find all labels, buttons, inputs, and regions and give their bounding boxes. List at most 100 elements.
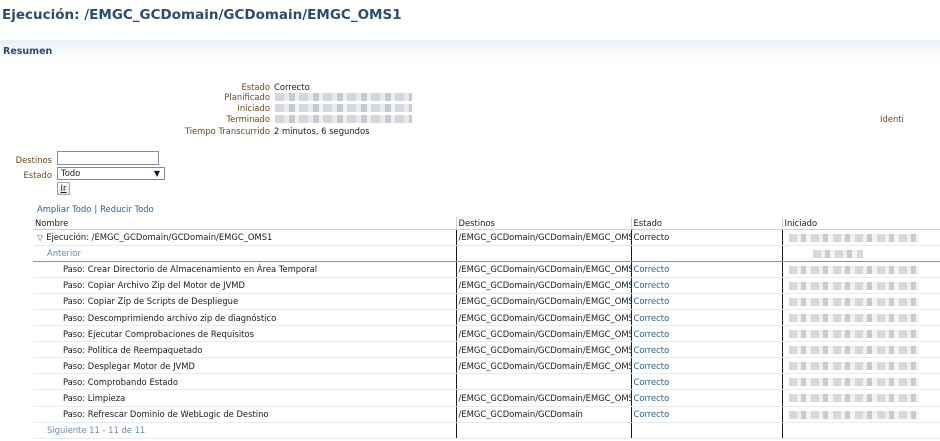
estado-filter-label: Estado xyxy=(23,170,52,180)
step-nombre: Paso: Descomprimiendo archivo zip de dia… xyxy=(33,309,457,327)
step-destinos: /EMGC_GCDomain/GCDomain/EMGC_OMS1 xyxy=(456,277,632,294)
step-nombre: Paso: Copiar Zip de Scripts de Despliegu… xyxy=(33,293,457,310)
step-nombre: Paso: Refrescar Dominio de WebLogic de D… xyxy=(33,406,457,423)
go-button[interactable]: Ir xyxy=(57,182,70,195)
step-iniciado-cell xyxy=(782,293,940,310)
collapse-all-link[interactable]: Reducir Todo xyxy=(100,204,154,214)
next-row-iniciado xyxy=(782,422,940,439)
step-estado-link[interactable]: Correcto xyxy=(631,325,783,343)
table-row[interactable]: Paso: Desplegar Motor de JVMD/EMGC_GCDom… xyxy=(33,357,940,375)
parent-destinos: /EMGC_GCDomain/GCDomain/EMGC_OMS1 xyxy=(456,229,632,246)
step-destinos: /EMGC_GCDomain/GCDomain xyxy=(456,406,632,423)
next-row: Siguiente 11 - 11 de 11 xyxy=(33,422,940,439)
expand-all-link[interactable]: Ampliar Todo xyxy=(37,204,91,214)
step-estado-link[interactable]: Correcto xyxy=(631,406,783,423)
column-header-estado[interactable]: Estado xyxy=(631,217,783,230)
summary-section-title: Resumen xyxy=(3,46,53,57)
step-iniciado-redacted xyxy=(788,394,919,403)
iniciado-value-redacted xyxy=(275,104,412,112)
estado-filter-select[interactable]: Todo ▼ xyxy=(57,167,165,180)
parent-row: ▽ Ejecución: /EMGC_GCDomain/GCDomain/EMGC… xyxy=(33,229,940,246)
step-estado-link[interactable]: Correcto xyxy=(631,389,783,407)
step-estado-link[interactable]: Correcto xyxy=(631,341,783,359)
step-nombre: Paso: Limpieza xyxy=(33,389,457,407)
step-iniciado-cell xyxy=(782,373,940,391)
next-link[interactable]: Siguiente 11 - 11 de 11 xyxy=(33,422,457,439)
step-nombre: Paso: Desplegar Motor de JVMD xyxy=(33,357,457,375)
step-iniciado-redacted xyxy=(788,281,919,290)
column-header-iniciado[interactable]: Iniciado xyxy=(782,217,940,230)
table-row[interactable]: Paso: Crear Directorio de Almacenamiento… xyxy=(33,261,940,278)
link-separator: | xyxy=(94,204,98,214)
parent-iniciado-redacted xyxy=(788,233,919,242)
step-iniciado-cell xyxy=(782,341,940,359)
step-destinos xyxy=(456,373,632,391)
column-header-nombre[interactable]: Nombre xyxy=(33,217,457,230)
identifier-label: Identi xyxy=(880,114,904,124)
step-destinos: /EMGC_GCDomain/GCDomain/EMGC_OMS1 xyxy=(456,357,632,375)
step-destinos: /EMGC_GCDomain/GCDomain/EMGC_OMS1 xyxy=(456,389,632,407)
step-nombre: Paso: Comprobando Estado xyxy=(33,373,457,391)
step-nombre: Paso: Copiar Archivo Zip del Motor de JV… xyxy=(33,277,457,294)
tiempo-transcurrido-value: 2 minutos, 6 segundos xyxy=(274,126,370,136)
step-iniciado-cell xyxy=(782,309,940,327)
step-destinos: /EMGC_GCDomain/GCDomain/EMGC_OMS1 xyxy=(456,325,632,343)
estado-filter-selected: Todo xyxy=(61,168,81,178)
column-header-destinos[interactable]: Destinos xyxy=(456,217,632,230)
step-estado-link[interactable]: Correcto xyxy=(631,373,783,391)
prev-row-destinos xyxy=(456,245,632,262)
prev-link[interactable]: Anterior xyxy=(33,245,457,262)
step-nombre: Paso: Crear Directorio de Almacenamiento… xyxy=(33,261,457,278)
prev-iniciado-redacted xyxy=(812,249,863,258)
next-row-estado xyxy=(631,422,783,439)
table-row[interactable]: Paso: Política de Reempaquetado/EMGC_GCD… xyxy=(33,341,940,359)
step-iniciado-redacted xyxy=(788,378,919,387)
destinos-filter-input[interactable] xyxy=(57,151,159,165)
destinos-filter-label: Destinos xyxy=(15,155,52,165)
estado-value: Correcto xyxy=(274,82,310,92)
terminado-value-redacted xyxy=(275,115,412,123)
step-iniciado-redacted xyxy=(788,410,919,419)
table-row[interactable]: Paso: Limpieza/EMGC_GCDomain/GCDomain/EM… xyxy=(33,389,940,407)
step-iniciado-redacted xyxy=(788,313,919,322)
expand-collapse-links: Ampliar Todo | Reducir Todo xyxy=(37,204,154,214)
table-row[interactable]: Paso: Comprobando Estado Correcto xyxy=(33,373,940,391)
step-iniciado-cell xyxy=(782,325,940,343)
parent-iniciado-cell xyxy=(782,229,940,246)
step-iniciado-cell xyxy=(782,406,940,423)
planificado-label: Planificado xyxy=(224,92,270,102)
table-row[interactable]: Paso: Copiar Archivo Zip del Motor de JV… xyxy=(33,277,940,294)
step-nombre: Paso: Política de Reempaquetado xyxy=(33,341,457,359)
step-iniciado-cell xyxy=(782,389,940,407)
step-iniciado-cell xyxy=(782,277,940,294)
next-row-destinos xyxy=(456,422,632,439)
step-destinos: /EMGC_GCDomain/GCDomain/EMGC_OMS1 xyxy=(456,341,632,359)
prev-row-estado xyxy=(631,245,783,262)
step-iniciado-redacted xyxy=(788,265,919,274)
step-iniciado-redacted xyxy=(788,346,919,355)
step-iniciado-cell xyxy=(782,357,940,375)
next-link-label[interactable]: Siguiente 11 - 11 de 11 xyxy=(35,425,145,435)
terminado-label: Terminado xyxy=(226,114,270,124)
parent-estado: Correcto xyxy=(631,229,783,246)
table-row[interactable]: Paso: Copiar Zip de Scripts de Despliegu… xyxy=(33,293,940,310)
prev-row-iniciado xyxy=(782,245,940,262)
planificado-value-redacted xyxy=(275,93,412,101)
table-row[interactable]: Paso: Descomprimiendo archivo zip de dia… xyxy=(33,309,940,327)
step-estado-link[interactable]: Correcto xyxy=(631,261,783,278)
step-iniciado-redacted xyxy=(788,297,919,306)
step-estado-link[interactable]: Correcto xyxy=(631,309,783,327)
step-destinos: /EMGC_GCDomain/GCDomain/EMGC_OMS1 xyxy=(456,261,632,278)
step-estado-link[interactable]: Correcto xyxy=(631,357,783,375)
step-destinos: /EMGC_GCDomain/GCDomain/EMGC_OMS1 xyxy=(456,293,632,310)
table-row[interactable]: Paso: Refrescar Dominio de WebLogic de D… xyxy=(33,406,940,423)
prev-row: Anterior xyxy=(33,245,940,262)
step-estado-link[interactable]: Correcto xyxy=(631,277,783,294)
step-estado-link[interactable]: Correcto xyxy=(631,293,783,310)
table-row[interactable]: Paso: Ejecutar Comprobaciones de Requisi… xyxy=(33,325,940,343)
step-iniciado-redacted xyxy=(788,330,919,339)
step-nombre: Paso: Ejecutar Comprobaciones de Requisi… xyxy=(33,325,457,343)
estado-label: Estado xyxy=(241,82,270,92)
triangle-down-icon[interactable]: ▽ xyxy=(37,233,43,242)
prev-link-label[interactable]: Anterior xyxy=(35,248,81,258)
